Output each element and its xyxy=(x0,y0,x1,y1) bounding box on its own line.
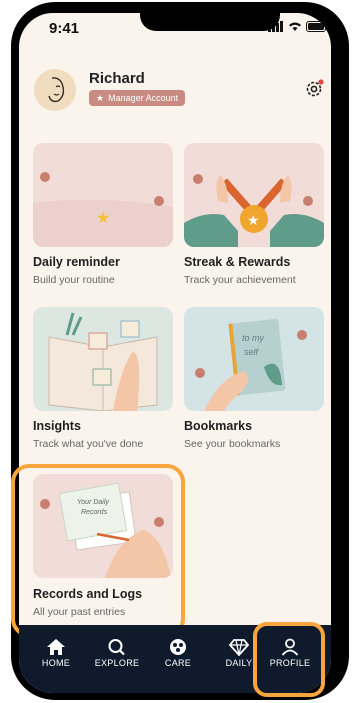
insights-illustration xyxy=(33,307,173,411)
card-subtitle: Track what you've done xyxy=(33,438,144,450)
role-badge-label: Manager Account xyxy=(108,93,179,103)
svg-text:self: self xyxy=(244,347,260,357)
home-icon xyxy=(47,639,65,655)
battery-icon xyxy=(306,21,328,32)
care-icon xyxy=(170,639,186,655)
nav-label-care: CARE xyxy=(164,658,192,668)
avatar[interactable] xyxy=(34,69,76,111)
star-icon: ★ xyxy=(96,92,105,103)
card-subtitle: Build your routine xyxy=(33,274,115,286)
notification-dot xyxy=(318,79,324,85)
role-badge: ★ Manager Account xyxy=(89,90,186,106)
svg-text:★: ★ xyxy=(247,212,260,228)
card-streak-rewards[interactable]: ★ Streak & Rewards Track your achievemen… xyxy=(184,143,324,286)
card-subtitle: Track your achievement xyxy=(184,274,296,286)
nav-item-home[interactable]: HOME xyxy=(27,638,85,668)
nav-label-explore: EXPLORE xyxy=(94,658,140,668)
settings-gear-icon[interactable] xyxy=(303,78,325,100)
svg-text:★: ★ xyxy=(96,210,110,227)
profile-name: Richard xyxy=(89,70,145,87)
card-title: Insights xyxy=(33,419,81,433)
search-icon xyxy=(108,639,125,656)
status-time: 9:41 xyxy=(49,20,80,37)
daily-reminder-illustration: ★ xyxy=(33,143,173,247)
card-title: Bookmarks xyxy=(184,419,253,433)
highlight-profile-tab xyxy=(253,622,325,697)
nav-label-home: HOME xyxy=(41,658,71,668)
notch xyxy=(140,13,280,31)
nav-item-care[interactable]: CARE xyxy=(149,638,207,668)
svg-text:to my: to my xyxy=(242,333,265,343)
card-title: Streak & Rewards xyxy=(184,255,291,269)
streak-rewards-illustration: ★ xyxy=(184,143,324,247)
highlight-records-card xyxy=(11,464,185,637)
card-subtitle: See your bookmarks xyxy=(184,438,281,450)
nav-item-explore[interactable]: EXPLORE xyxy=(88,638,146,668)
diamond-icon xyxy=(229,639,249,656)
card-daily-reminder[interactable]: ★ Daily reminder Build your routine xyxy=(33,143,173,286)
wifi-icon xyxy=(289,22,301,31)
card-insights[interactable]: Insights Track what you've done xyxy=(33,307,173,450)
bookmarks-illustration: to my self xyxy=(184,307,324,411)
card-bookmarks[interactable]: to my self Bookmarks See your bookmarks xyxy=(184,307,324,450)
face-illustration-icon xyxy=(48,77,65,103)
card-title: Daily reminder xyxy=(33,255,120,269)
